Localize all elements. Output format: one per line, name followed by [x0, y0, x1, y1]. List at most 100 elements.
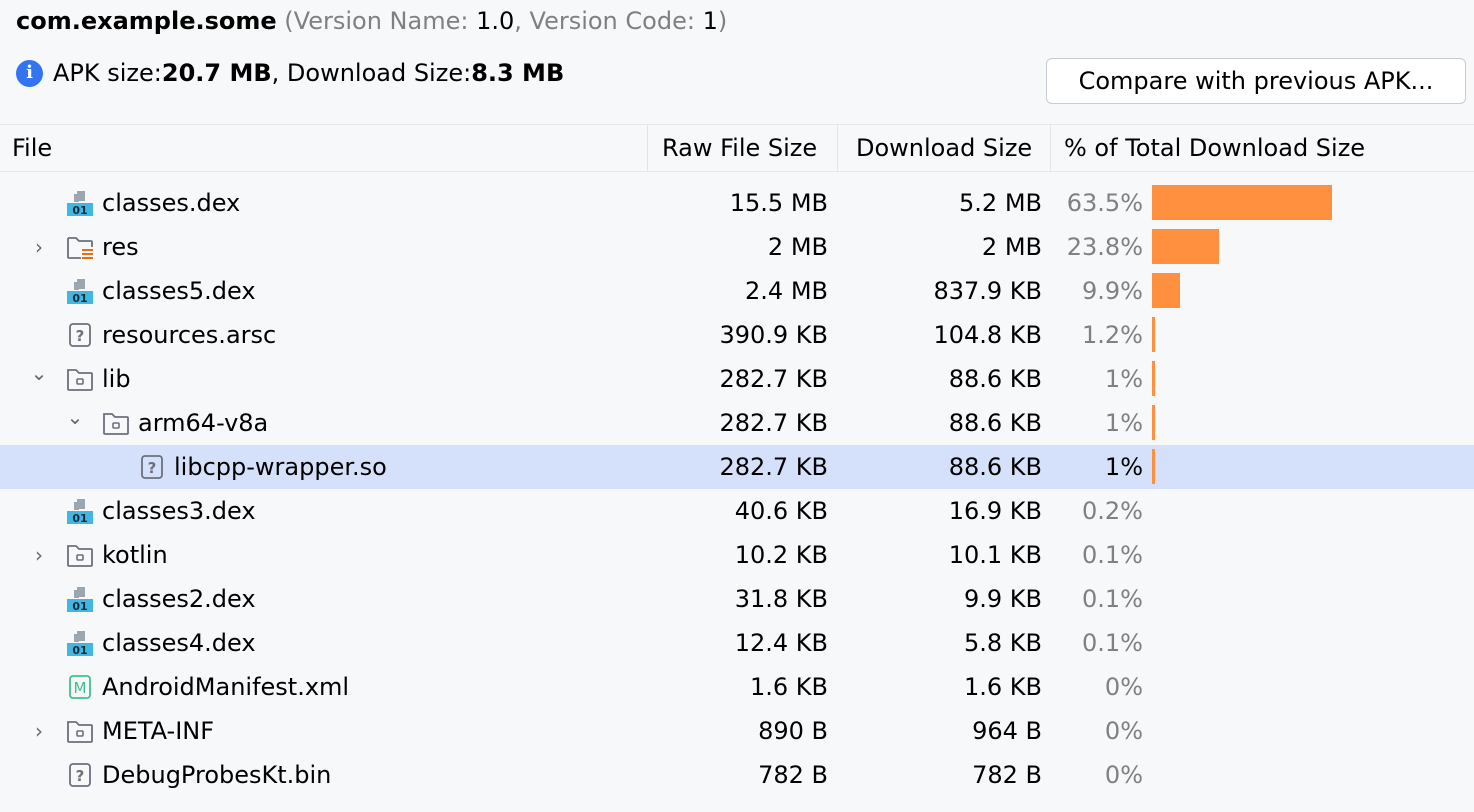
table-row[interactable]: › kotlin 10.2 KB 10.1 KB 0.1%	[0, 533, 1474, 577]
file-name: AndroidManifest.xml	[102, 673, 350, 701]
table-row[interactable]: ? DebugProbesKt.bin 782 B 782 B 0%	[0, 753, 1474, 797]
unknown-file-icon: ?	[66, 762, 94, 788]
chevron-down-icon[interactable]: ⌄	[29, 351, 49, 395]
size-bar	[1152, 273, 1180, 308]
svg-text:01: 01	[72, 204, 87, 216]
raw-file-size: 15.5 MB	[729, 189, 828, 217]
size-bar	[1152, 405, 1155, 440]
percent-of-total: 0.1%	[1082, 541, 1143, 569]
percent-of-total: 0%	[1104, 717, 1143, 745]
download-size: 964 B	[972, 717, 1042, 745]
table-row[interactable]: 01 classes5.dex 2.4 MB 837.9 KB 9.9%	[0, 269, 1474, 313]
version-code-label: Version Code:	[529, 7, 703, 35]
file-name: classes3.dex	[102, 497, 256, 525]
table-row[interactable]: 01 classes.dex 15.5 MB 5.2 MB 63.5%	[0, 181, 1474, 225]
table-row[interactable]: ⌄ arm64-v8a 282.7 KB 88.6 KB 1%	[0, 401, 1474, 445]
chevron-right-icon[interactable]: ›	[29, 533, 49, 577]
apk-size-label: APK size:	[53, 59, 162, 87]
table-row[interactable]: › res 2 MB 2 MB 23.8%	[0, 225, 1474, 269]
manifest-file-icon: M	[66, 674, 94, 700]
column-file[interactable]: File	[12, 125, 52, 171]
raw-file-size: 890 B	[758, 717, 828, 745]
svg-text:01: 01	[72, 512, 87, 524]
file-name: META-INF	[102, 717, 215, 745]
separator-comma: ,	[514, 7, 530, 35]
download-size: 5.8 KB	[964, 629, 1042, 657]
download-size: 5.2 MB	[959, 189, 1042, 217]
raw-file-size: 782 B	[758, 761, 828, 789]
svg-text:?: ?	[148, 459, 157, 477]
percent-of-total: 1%	[1104, 365, 1143, 393]
raw-file-size: 282.7 KB	[719, 409, 828, 437]
table-row[interactable]: 01 classes3.dex 40.6 KB 16.9 KB 0.2%	[0, 489, 1474, 533]
table-row[interactable]: ? libcpp-wrapper.so 282.7 KB 88.6 KB 1%	[0, 445, 1474, 489]
file-tree-table: 01 classes.dex 15.5 MB 5.2 MB 63.5% › res 2 MB 2…	[0, 181, 1474, 797]
percent-of-total: 0.1%	[1082, 585, 1143, 613]
unknown-file-icon: ?	[138, 454, 166, 480]
file-name: classes.dex	[102, 189, 241, 217]
file-name: lib	[102, 365, 131, 393]
table-row[interactable]: ? resources.arsc 390.9 KB 104.8 KB 1.2%	[0, 313, 1474, 357]
raw-file-size: 390.9 KB	[719, 321, 828, 349]
dex-file-icon: 01	[66, 498, 94, 524]
folder-icon	[66, 542, 94, 568]
folder-icon	[66, 718, 94, 744]
package-name: com.example.some	[16, 7, 277, 35]
column-divider[interactable]	[837, 125, 838, 171]
apk-title: com.example.some (Version Name: 1.0, Ver…	[16, 6, 727, 36]
percent-of-total: 0%	[1104, 761, 1143, 789]
dex-file-icon: 01	[66, 630, 94, 656]
file-name: resources.arsc	[102, 321, 277, 349]
table-row[interactable]: M AndroidManifest.xml 1.6 KB 1.6 KB 0%	[0, 665, 1474, 709]
percent-of-total: 9.9%	[1082, 277, 1143, 305]
table-row[interactable]: › META-INF 890 B 964 B 0%	[0, 709, 1474, 753]
download-size-value: 8.3 MB	[471, 59, 565, 87]
file-name: DebugProbesKt.bin	[102, 761, 332, 789]
svg-text:?: ?	[76, 767, 85, 785]
download-size: 2 MB	[981, 233, 1042, 261]
table-row[interactable]: 01 classes4.dex 12.4 KB 5.8 KB 0.1%	[0, 621, 1474, 665]
file-name: res	[102, 233, 139, 261]
download-size: 1.6 KB	[964, 673, 1042, 701]
percent-of-total: 1%	[1104, 453, 1143, 481]
percent-of-total: 1%	[1104, 409, 1143, 437]
download-size: 104.8 KB	[933, 321, 1042, 349]
chevron-right-icon[interactable]: ›	[29, 225, 49, 269]
svg-text:01: 01	[72, 292, 87, 304]
apk-size-value: 20.7 MB	[161, 59, 272, 87]
dex-file-icon: 01	[66, 190, 94, 216]
folder-icon	[102, 410, 130, 436]
raw-file-size: 1.6 KB	[750, 673, 828, 701]
percent-of-total: 63.5%	[1066, 189, 1143, 217]
download-size: 16.9 KB	[948, 497, 1042, 525]
percent-of-total: 0.2%	[1082, 497, 1143, 525]
folder-icon	[66, 366, 94, 392]
download-size: 88.6 KB	[948, 365, 1042, 393]
table-row[interactable]: 01 classes2.dex 31.8 KB 9.9 KB 0.1%	[0, 577, 1474, 621]
size-bar	[1152, 317, 1155, 352]
svg-text:M: M	[74, 679, 87, 697]
column-divider[interactable]	[647, 125, 648, 171]
chevron-right-icon[interactable]: ›	[29, 709, 49, 753]
download-size: 88.6 KB	[948, 453, 1042, 481]
download-size: 88.6 KB	[948, 409, 1042, 437]
file-name: arm64-v8a	[138, 409, 269, 437]
file-name: libcpp-wrapper.so	[174, 453, 387, 481]
size-bar	[1152, 185, 1332, 220]
table-row[interactable]: ⌄ lib 282.7 KB 88.6 KB 1%	[0, 357, 1474, 401]
file-name: classes2.dex	[102, 585, 256, 613]
column-raw-file-size[interactable]: Raw File Size	[662, 125, 817, 171]
raw-file-size: 2 MB	[767, 233, 828, 261]
raw-file-size: 12.4 KB	[734, 629, 828, 657]
chevron-down-icon[interactable]: ⌄	[65, 395, 85, 439]
column-divider[interactable]	[1050, 125, 1051, 171]
file-name: classes4.dex	[102, 629, 256, 657]
svg-text:?: ?	[76, 327, 85, 345]
raw-file-size: 10.2 KB	[734, 541, 828, 569]
compare-with-previous-apk-button[interactable]: Compare with previous APK...	[1046, 58, 1466, 104]
column-percent-total-download-size[interactable]: % of Total Download Size	[1064, 125, 1365, 171]
download-size: 837.9 KB	[933, 277, 1042, 305]
column-download-size[interactable]: Download Size	[856, 125, 1032, 171]
raw-file-size: 2.4 MB	[745, 277, 828, 305]
info-icon: i	[16, 59, 43, 87]
